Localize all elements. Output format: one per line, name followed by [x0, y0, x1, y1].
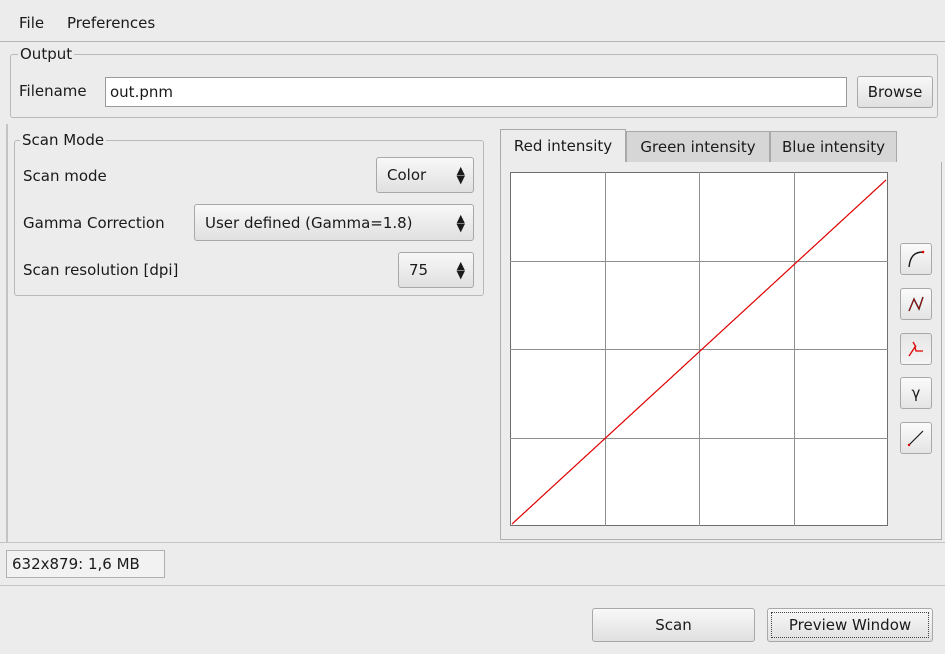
- curve-freehand-button[interactable]: [900, 243, 932, 275]
- output-frame-title: Output: [18, 45, 75, 63]
- curve-freehand-tool-icon: [908, 250, 925, 268]
- spin-arrows-icon: ▲ ▼: [456, 211, 465, 234]
- linear-reset-button[interactable]: [900, 422, 932, 454]
- curve-spline-button[interactable]: [900, 288, 932, 320]
- gamma-correction-label: Gamma Correction: [23, 214, 165, 232]
- filename-label: Filename: [19, 82, 87, 100]
- curve-spline-tool-icon: [908, 296, 924, 312]
- preview-window-button[interactable]: Preview Window: [767, 608, 933, 642]
- curve-point-tool-icon: [908, 341, 923, 357]
- scan-mode-label: Scan mode: [23, 167, 107, 185]
- status-size-box: 632x879: 1,6 MB: [6, 550, 165, 578]
- tab-green-intensity[interactable]: Green intensity: [626, 131, 770, 162]
- scan-mode-value: Color: [387, 166, 427, 184]
- left-panel-edge: [6, 124, 8, 542]
- gamma-curve-canvas[interactable]: [510, 172, 888, 526]
- gamma-tool-icon: γ: [911, 384, 921, 402]
- gamma-correction-select[interactable]: User defined (Gamma=1.8) ▲ ▼: [194, 204, 474, 241]
- scan-resolution-label: Scan resolution [dpi]: [23, 261, 179, 279]
- linear-reset-tool-icon: [907, 430, 924, 447]
- status-size-text: 632x879: 1,6 MB: [12, 555, 140, 573]
- scan-resolution-select[interactable]: 75 ▲ ▼: [398, 252, 474, 288]
- spin-arrows-icon: ▲ ▼: [456, 259, 465, 281]
- tab-red-intensity[interactable]: Red intensity: [500, 129, 626, 162]
- menu-preferences[interactable]: Preferences: [67, 14, 155, 32]
- curve-point-button[interactable]: [900, 333, 932, 365]
- filename-input[interactable]: out.pnm: [105, 77, 847, 107]
- scan-mode-title: Scan Mode: [20, 131, 107, 149]
- scan-resolution-value: 75: [409, 261, 429, 279]
- menu-bar: File Preferences: [0, 0, 945, 42]
- action-separator: [0, 585, 945, 586]
- spin-arrows-icon: ▲ ▼: [456, 164, 465, 186]
- gamma-correction-value: User defined (Gamma=1.8): [205, 213, 413, 232]
- gamma-button[interactable]: γ: [900, 377, 932, 409]
- scan-button[interactable]: Scan: [592, 608, 755, 642]
- tab-blue-intensity[interactable]: Blue intensity: [770, 131, 897, 162]
- menu-file[interactable]: File: [19, 14, 44, 32]
- scan-mode-select[interactable]: Color ▲ ▼: [376, 157, 474, 193]
- filename-value: out.pnm: [110, 83, 173, 101]
- browse-button[interactable]: Browse: [857, 76, 933, 108]
- status-separator: [0, 542, 945, 543]
